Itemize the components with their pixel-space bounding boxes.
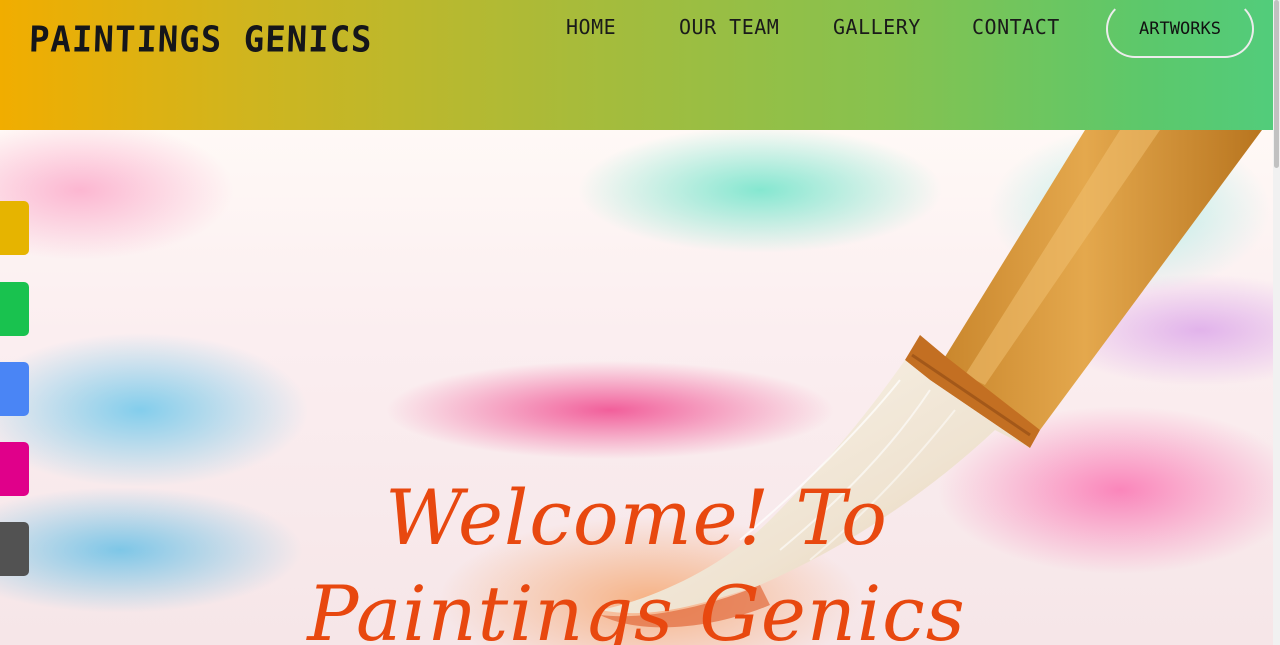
welcome-line-2: Paintings Genics [307, 569, 966, 645]
scrollbar-thumb[interactable] [1274, 0, 1279, 168]
social-link-3[interactable] [0, 362, 29, 416]
main-nav: HOME OUR TEAM GALLERY CONTACT [0, 15, 1273, 45]
page-scrollbar[interactable] [1273, 0, 1280, 645]
artworks-button[interactable]: ARTWORKS [1106, 0, 1254, 58]
nav-our-team-link[interactable]: OUR TEAM [679, 15, 779, 39]
social-link-4[interactable] [0, 442, 29, 496]
social-link-5[interactable] [0, 522, 29, 576]
page: PAINTINGS GENICS HOME OUR TEAM GALLERY C… [0, 0, 1280, 645]
nav-gallery-link[interactable]: GALLERY [833, 15, 921, 39]
hero-banner: Welcome! To Paintings Genics [0, 130, 1273, 645]
welcome-line-1: Welcome! To [385, 473, 888, 562]
nav-contact-link[interactable]: CONTACT [972, 15, 1060, 39]
social-link-2[interactable] [0, 282, 29, 336]
social-link-1[interactable] [0, 201, 29, 255]
welcome-heading: Welcome! To Paintings Genics [0, 470, 1273, 645]
nav-home-link[interactable]: HOME [566, 15, 616, 39]
site-header: PAINTINGS GENICS HOME OUR TEAM GALLERY C… [0, 0, 1273, 130]
